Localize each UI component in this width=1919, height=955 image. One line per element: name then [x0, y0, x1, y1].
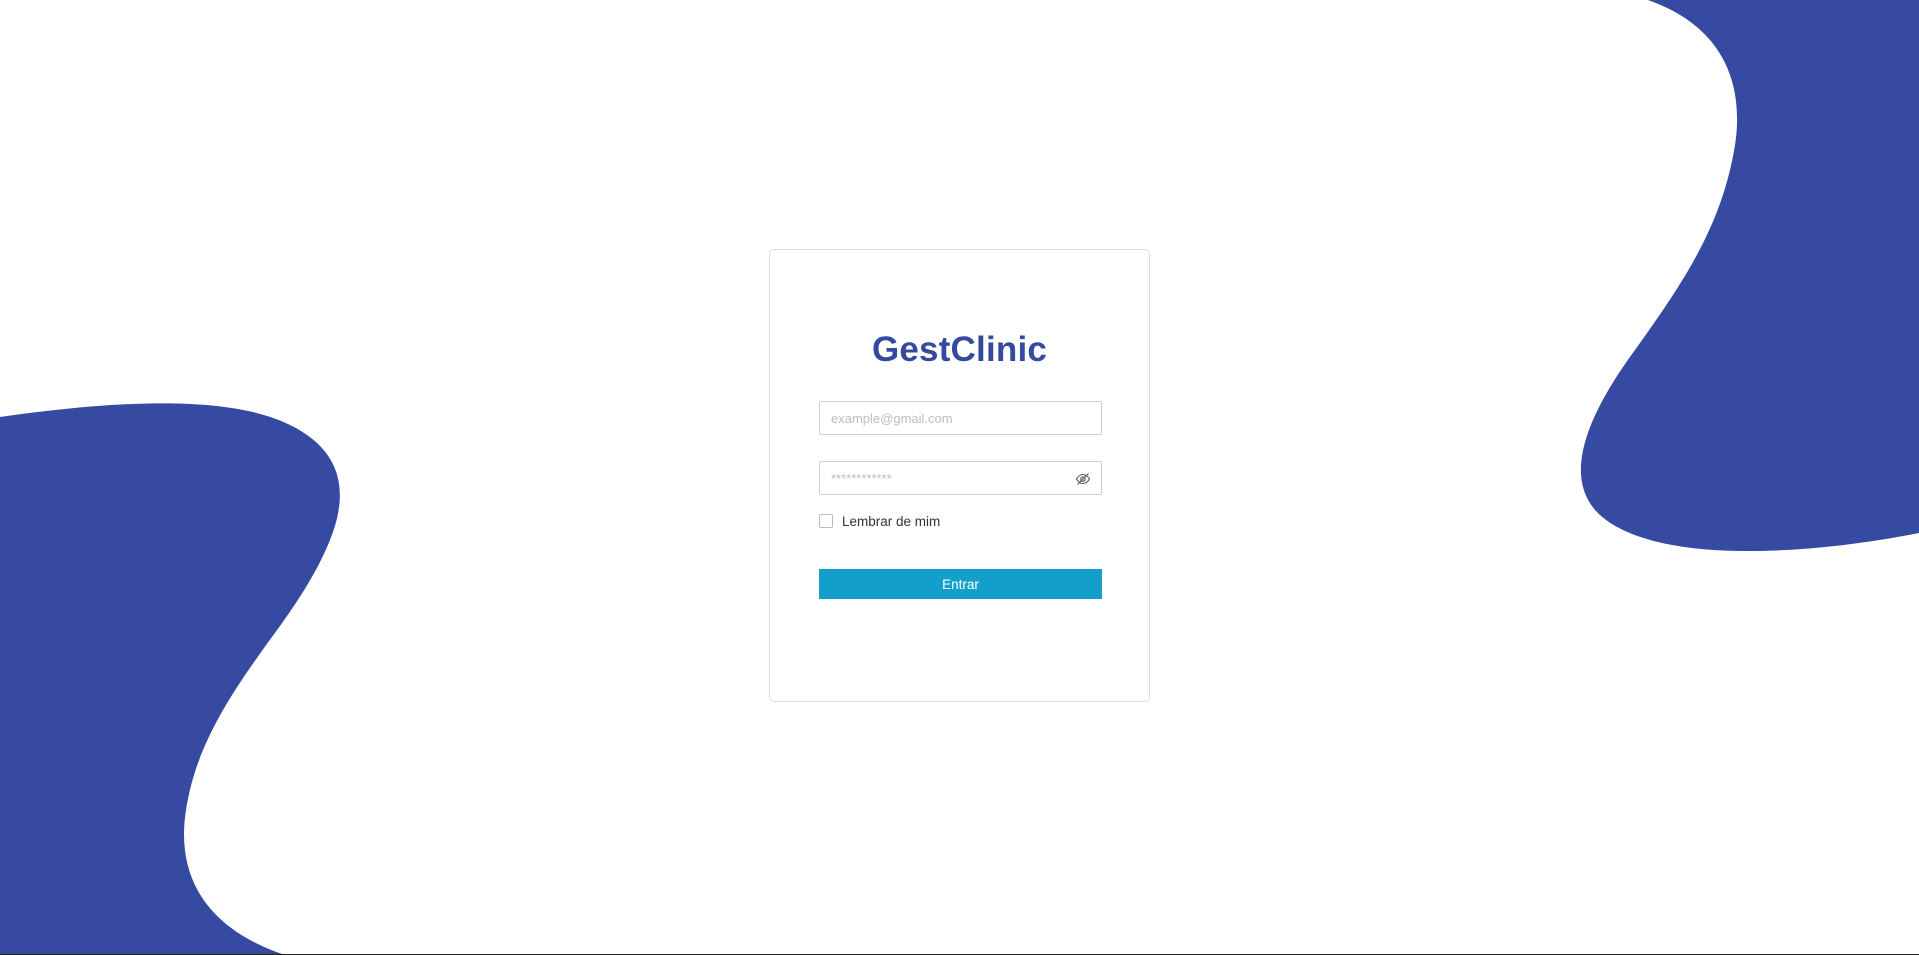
- login-card: GestClinic Lembrar de mim Entrar: [769, 249, 1150, 702]
- app-title: GestClinic: [871, 330, 1048, 369]
- email-field[interactable]: [819, 401, 1102, 435]
- password-field[interactable]: [819, 461, 1102, 495]
- login-button[interactable]: Entrar: [819, 569, 1102, 599]
- bottom-left-blob: [0, 403, 340, 955]
- eye-slash-icon[interactable]: [1075, 471, 1091, 487]
- password-input[interactable]: [820, 462, 1101, 494]
- top-right-blob: [1580, 0, 1919, 552]
- login-page: GestClinic Lembrar de mim Entrar: [0, 0, 1919, 955]
- remember-checkbox[interactable]: [819, 514, 833, 528]
- email-input[interactable]: [820, 402, 1101, 434]
- remember-label: Lembrar de mim: [842, 513, 941, 529]
- remember-me[interactable]: Lembrar de mim: [819, 512, 940, 530]
